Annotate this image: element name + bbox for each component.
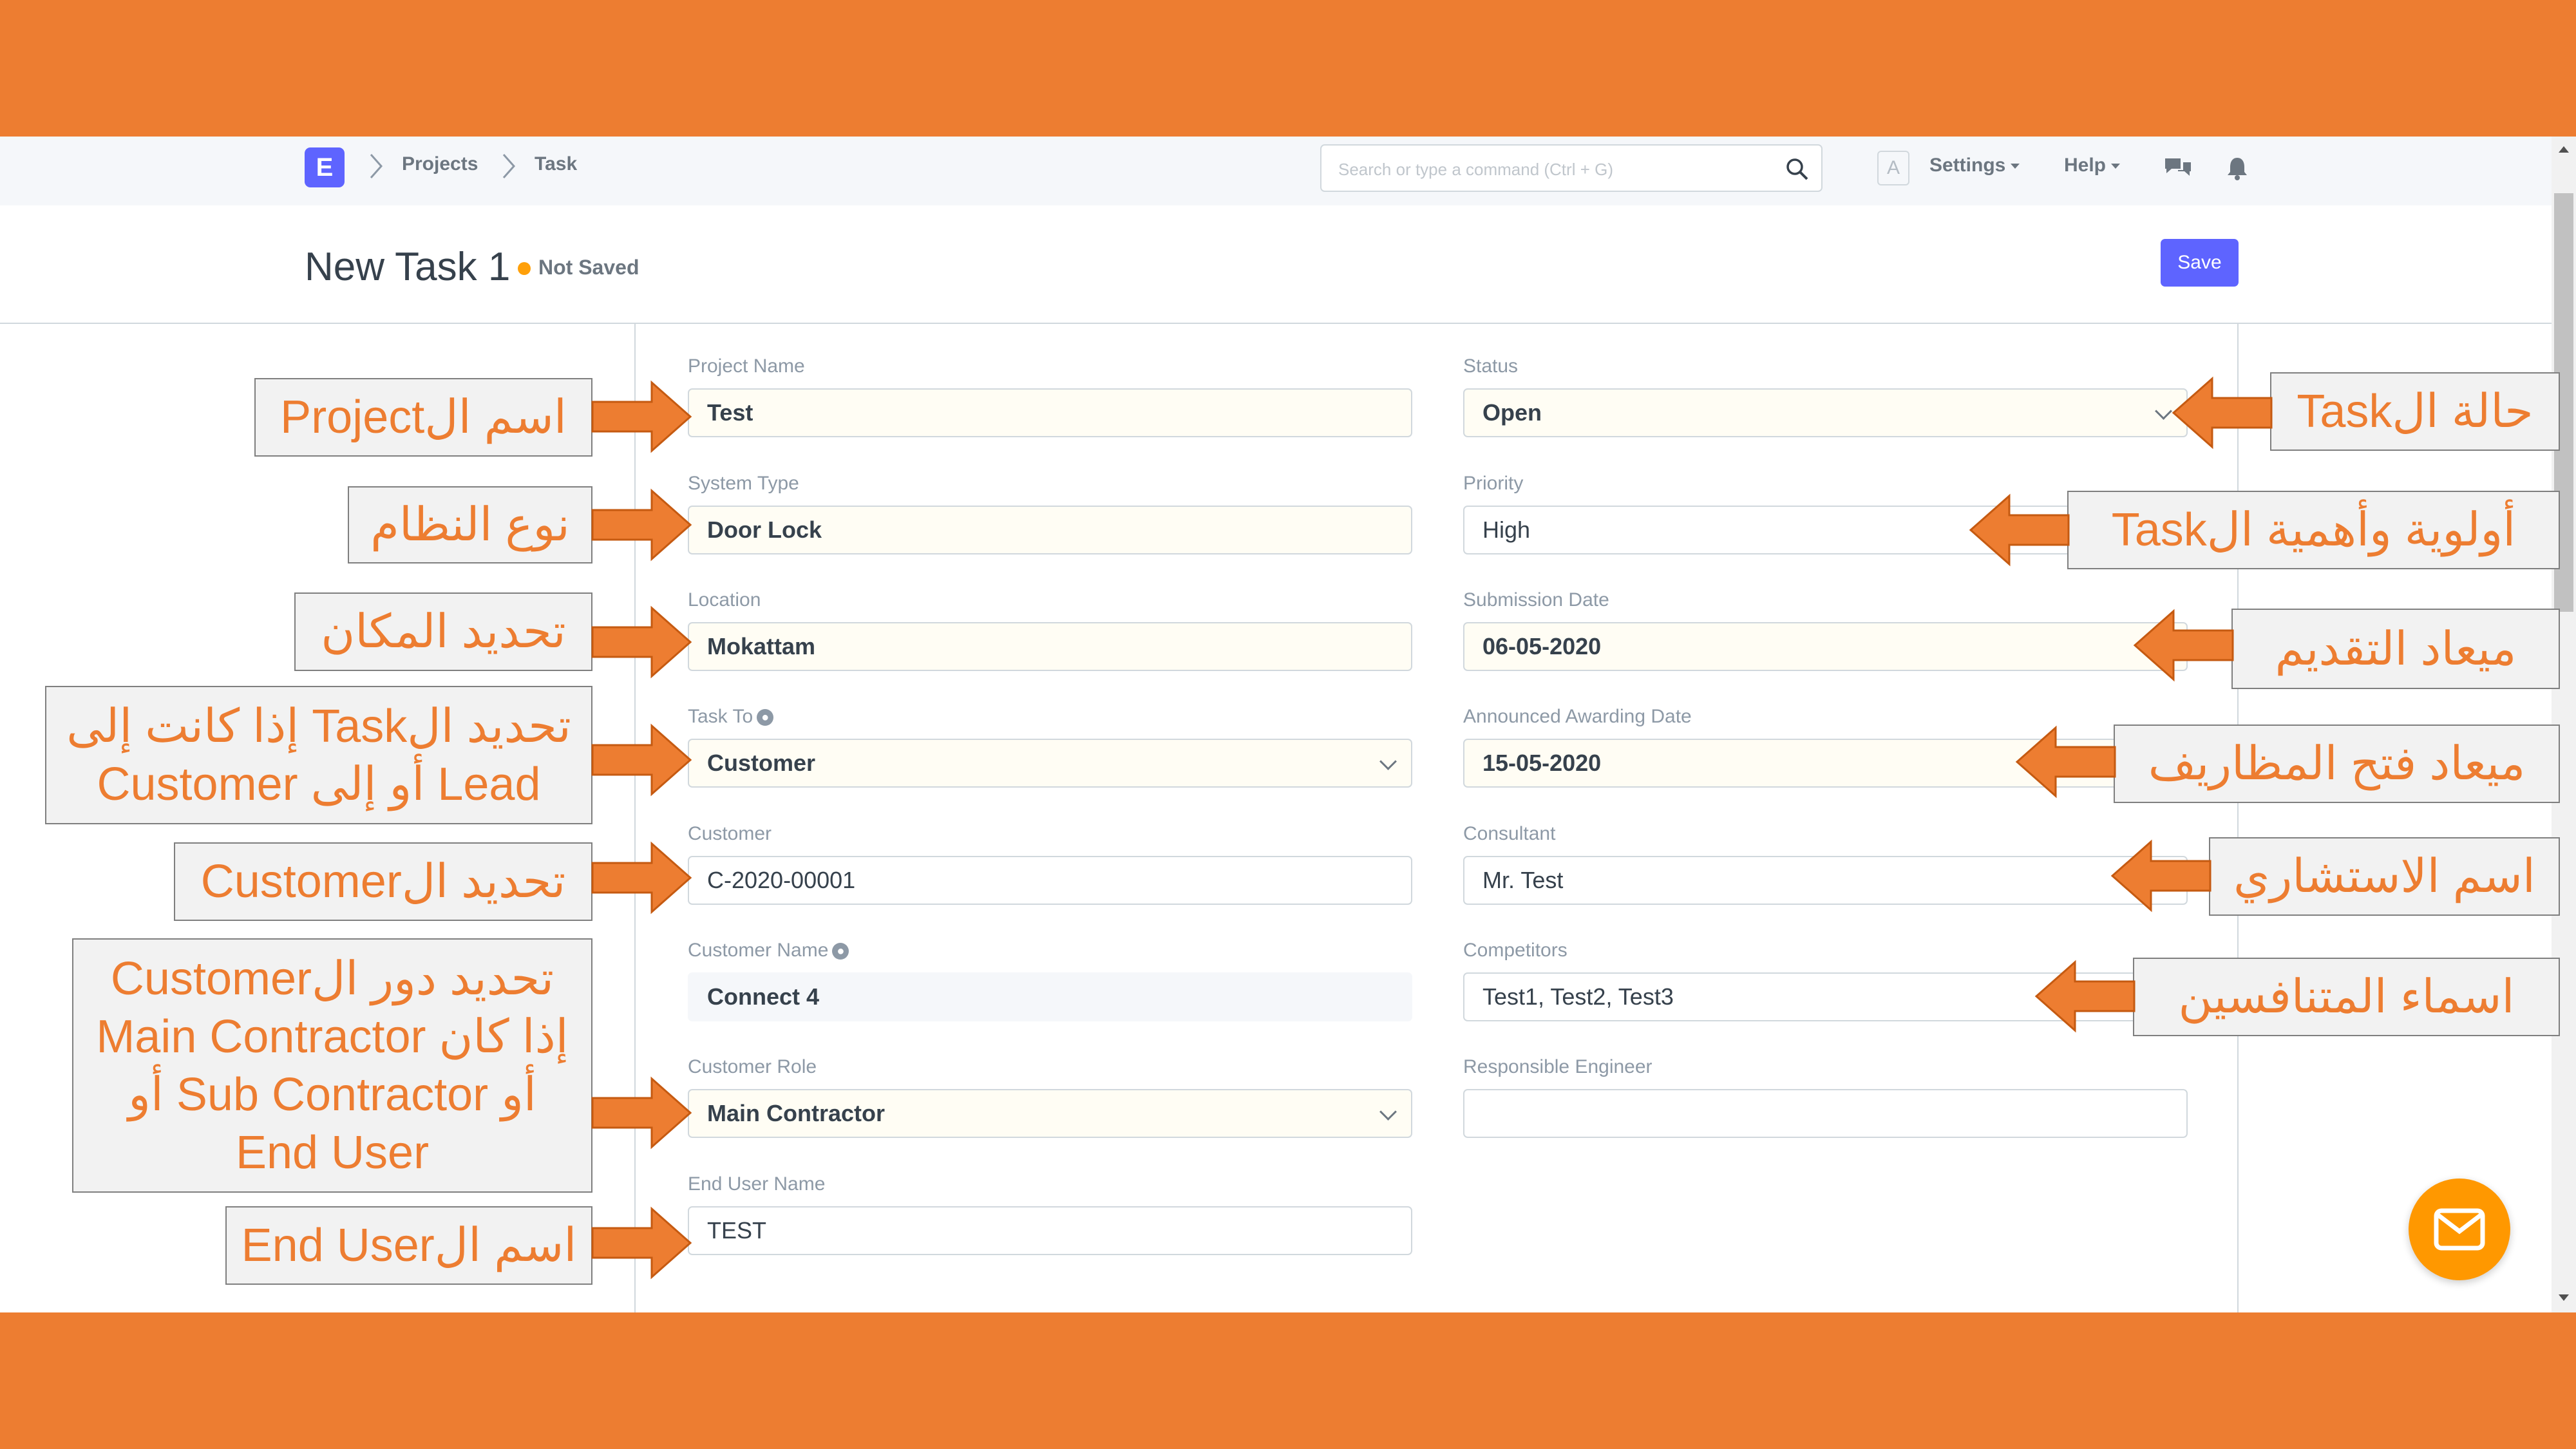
arrow-right-icon (591, 605, 692, 679)
mail-fab-button[interactable] (2409, 1179, 2510, 1280)
customer-label: Customer (688, 823, 772, 844)
arrow-right-icon (591, 380, 692, 453)
responsible-engineer-field[interactable] (1463, 1089, 2188, 1138)
task-to-label-text: Task To (688, 706, 753, 727)
awarding-date-label: Announced Awarding Date (1463, 706, 1692, 727)
breadcrumb-task[interactable]: Task (535, 153, 577, 175)
arrow-right-icon (591, 841, 692, 914)
status-badge: Not Saved (538, 256, 639, 279)
settings-dropdown[interactable]: Settings (1929, 155, 2020, 176)
customer-field[interactable]: C-2020-00001 (688, 856, 1412, 905)
callout-location: تحديد المكان (294, 592, 592, 671)
navbar: E Projects Task Search or type a command… (0, 137, 2552, 207)
scroll-up-icon[interactable] (2555, 143, 2572, 156)
help-dropdown[interactable]: Help (2064, 155, 2121, 176)
app-logo[interactable]: E (305, 147, 345, 187)
customer-role-value: Main Contractor (707, 1100, 886, 1126)
caret-down-icon (2111, 164, 2121, 169)
task-to-label: Task To ● (688, 706, 774, 728)
arrow-left-icon (2133, 609, 2234, 682)
caret-down-icon (2011, 164, 2020, 169)
callout-task-to-line2: Lead أو إلى Customer (97, 758, 541, 810)
customer-role-select[interactable]: Main Contractor (688, 1089, 1412, 1138)
callout-system-type: نوع النظام (348, 486, 592, 564)
task-to-select[interactable]: Customer (688, 739, 1412, 788)
chat-icon[interactable] (2164, 156, 2192, 180)
callout-project-name: اسم الProject (254, 378, 592, 457)
callout-awarding-date: ميعاد فتح المظاريف (2114, 724, 2560, 803)
settings-label: Settings (1929, 155, 2006, 176)
callout-consultant: اسم الاستشاري (2209, 837, 2560, 916)
arrow-left-icon (2015, 725, 2116, 799)
breadcrumb-chevron-icon (370, 154, 383, 178)
form-left-border (634, 324, 636, 1312)
location-field[interactable]: Mokattam (688, 622, 1412, 671)
end-user-name-label: End User Name (688, 1173, 826, 1195)
chevron-down-icon (1379, 1103, 1397, 1121)
status-indicator-dot (518, 262, 531, 275)
search-input[interactable]: Search or type a command (Ctrl + G) (1320, 144, 1823, 192)
mail-icon (2434, 1208, 2485, 1251)
callout-customer: تحديد الCustomer (174, 842, 592, 921)
location-label: Location (688, 589, 761, 611)
save-button[interactable]: Save (2161, 239, 2239, 287)
callout-end-user: اسم الEnd User (225, 1206, 592, 1285)
page-title: New Task 1 (305, 245, 511, 289)
search-icon[interactable] (1785, 157, 1810, 182)
status-value: Open (1482, 399, 1542, 426)
scroll-down-icon[interactable] (2555, 1291, 2572, 1304)
arrow-right-icon (591, 1206, 692, 1280)
arrow-right-icon (591, 1076, 692, 1150)
consultant-label: Consultant (1463, 823, 1556, 844)
arrow-left-icon (2110, 839, 2211, 913)
callout-submission-date: ميعاد التقديم (2231, 609, 2560, 689)
callout-customer-role-line3: أو Sub Contractor أو (128, 1068, 536, 1121)
consultant-field[interactable]: Mr. Test (1463, 856, 2188, 905)
callout-task-to-line1: تحديد الTask إذا كانت إلى (66, 700, 571, 752)
chevron-down-icon (1379, 753, 1397, 770)
callout-customer-role: تحديد دور الCustomer إذا كان Main Contra… (72, 938, 592, 1193)
competitors-label: Competitors (1463, 940, 1567, 961)
status-label: Status (1463, 355, 1519, 377)
customer-name-label: Customer Name ● (688, 940, 849, 961)
form-right-border (2237, 324, 2239, 1312)
arrow-left-icon (2172, 376, 2273, 450)
project-name-label: Project Name (688, 355, 805, 377)
end-user-name-field[interactable]: TEST (688, 1206, 1412, 1255)
priority-label: Priority (1463, 473, 1524, 494)
callout-priority: أولوية وأهمية الTask (2067, 491, 2560, 569)
task-to-value: Customer (707, 750, 816, 776)
arrow-right-icon (591, 488, 692, 562)
chevron-down-icon (2155, 402, 2172, 420)
bell-icon[interactable] (2226, 156, 2249, 180)
search-placeholder: Search or type a command (Ctrl + G) (1338, 160, 1613, 179)
callout-customer-role-line1: تحديد دور الCustomer (110, 952, 554, 1005)
arrow-right-icon (591, 723, 692, 797)
avatar[interactable]: A (1877, 151, 1909, 185)
callout-competitors: اسماء المتنافسين (2133, 958, 2560, 1036)
breadcrumb-projects[interactable]: Projects (402, 153, 478, 175)
project-name-field[interactable]: Test (688, 388, 1412, 437)
system-type-label: System Type (688, 473, 799, 494)
arrow-left-icon (2034, 960, 2136, 1033)
callout-customer-role-line4: End User (235, 1126, 430, 1179)
callout-task-to: تحديد الTask إذا كانت إلى Lead أو إلى Cu… (45, 686, 592, 824)
callout-status: حالة الTask (2270, 372, 2560, 451)
globe-icon: ● (757, 709, 774, 726)
submission-date-label: Submission Date (1463, 589, 1609, 611)
globe-icon: ● (832, 943, 849, 960)
customer-role-label: Customer Role (688, 1056, 817, 1077)
system-type-field[interactable]: Door Lock (688, 506, 1412, 554)
customer-name-label-text: Customer Name (688, 940, 829, 961)
responsible-engineer-label: Responsible Engineer (1463, 1056, 1653, 1077)
status-select[interactable]: Open (1463, 388, 2188, 437)
breadcrumb-chevron-icon (502, 154, 516, 178)
arrow-left-icon (1969, 493, 2070, 567)
callout-customer-role-line2: إذا كان Main Contractor (96, 1010, 569, 1063)
help-label: Help (2064, 155, 2107, 176)
submission-date-field[interactable]: 06-05-2020 (1463, 622, 2188, 671)
page-header: New Task 1 Not Saved Save (0, 205, 2552, 324)
customer-name-field: Connect 4 (688, 972, 1412, 1021)
